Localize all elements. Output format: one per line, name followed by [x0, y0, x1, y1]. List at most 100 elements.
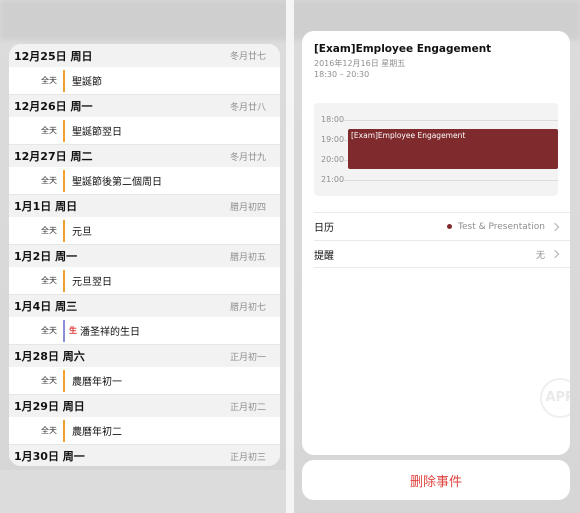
- calendar-color-bar: [63, 119, 65, 142]
- lunar-date: 正月初二: [229, 402, 266, 413]
- event-row[interactable]: 全天 農曆年初一: [9, 367, 280, 394]
- calendar-value: Test & Presentation: [447, 221, 560, 232]
- day-section: 1月1日 周日 腊月初四全天 元旦: [9, 194, 280, 244]
- hour-line: [344, 120, 558, 121]
- event-title: 潘圣祥的生日: [80, 327, 140, 338]
- delete-event-button[interactable]: 删除事件: [302, 460, 570, 500]
- all-day-label: 全天: [41, 226, 57, 235]
- alert-label: 提醒: [314, 250, 334, 262]
- upcoming-events-card: 12月25日 周日 冬月廿七 全天 聖誕節 12月26日 周一 冬月廿八 全天 聖誕節翌日 12…: [9, 44, 280, 466]
- event-row[interactable]: 全天 農曆年初二: [9, 417, 280, 444]
- calendar-color-bar: [63, 169, 65, 192]
- chevron-right-icon: [550, 222, 560, 231]
- day-header: 1月29日 周日 正月初二: [9, 394, 280, 417]
- day-section: 12月25日 周日 冬月廿七全天 聖誕節: [9, 44, 280, 94]
- day-header: 12月27日 周二 冬月廿九: [9, 144, 280, 167]
- timeline-row: 21:00: [314, 175, 558, 196]
- day-section: 1月28日 周六 正月初一全天 農曆年初一: [9, 344, 280, 394]
- event-row[interactable]: 全天 聖誕節後第二個周日: [9, 167, 280, 194]
- watermark-logo: APP: [540, 378, 570, 418]
- lunar-date: 正月初一: [229, 352, 266, 363]
- calendar-color-bar: [63, 219, 65, 242]
- calendar-color-bar: [63, 69, 65, 92]
- all-day-label: 全天: [41, 76, 57, 85]
- day-header: 12月25日 周日 冬月廿七: [9, 44, 280, 67]
- day-date: 1月30日 周一: [14, 450, 85, 463]
- day-header: 1月2日 周一 腊月初五: [9, 244, 280, 267]
- chevron-right-icon: [550, 249, 560, 259]
- event-title: 農曆年初二: [72, 427, 122, 438]
- event-title: [Exam]Employee Engagement: [314, 43, 492, 55]
- event-title: 元旦: [72, 227, 92, 238]
- alert-value: 无: [535, 248, 560, 261]
- all-day-label: 全天: [41, 426, 57, 435]
- hour-label: 20:00: [321, 155, 345, 164]
- lunar-date: 腊月初七: [229, 302, 266, 313]
- all-day-label: 全天: [41, 376, 57, 385]
- day-date: 1月2日 周一: [14, 250, 78, 263]
- all-day-label: 全天: [41, 276, 57, 285]
- event-title: 元旦翌日: [72, 277, 112, 288]
- day-header: 1月1日 周日 腊月初四: [9, 194, 280, 217]
- alert-row[interactable]: 提醒 无: [314, 240, 570, 268]
- alert-name: 无: [535, 250, 545, 261]
- timeline-event-title: [Exam]Employee Engagement: [351, 131, 466, 140]
- hour-label: 21:00: [321, 175, 345, 184]
- day-section: 1月30日 周一 正月初三: [9, 444, 280, 466]
- calendar-color-bar: [63, 319, 65, 342]
- delete-event-label: 删除事件: [409, 474, 462, 490]
- event-date: 2016年12月16日 星期五: [314, 59, 406, 68]
- timeline-event-block[interactable]: [Exam]Employee Engagement: [348, 129, 558, 169]
- day-date: 1月1日 周日: [14, 200, 78, 213]
- hour-label: 19:00: [321, 135, 345, 144]
- lunar-date: 冬月廿九: [229, 152, 266, 163]
- hour-line: [344, 180, 558, 181]
- lunar-date: 腊月初五: [229, 252, 266, 263]
- bottom-background: [0, 470, 286, 513]
- day-section: 1月2日 周一 腊月初五全天 元旦翌日: [9, 244, 280, 294]
- event-title: 聖誕節後第二個周日: [72, 177, 162, 188]
- day-section: 1月29日 周日 正月初二全天 農曆年初二: [9, 394, 280, 444]
- lunar-date: 腊月初四: [229, 202, 266, 213]
- day-header: 1月30日 周一 正月初三: [9, 444, 280, 466]
- event-header: [Exam]Employee Engagement 2016年12月16日 星期…: [302, 31, 570, 80]
- event-title: 聖誕節翌日: [72, 127, 122, 138]
- calendar-color-dot: [447, 224, 452, 229]
- day-date: 12月25日 周日: [14, 49, 93, 63]
- event-row[interactable]: 全天 聖誕節翌日: [9, 117, 280, 144]
- day-list: 12月25日 周日 冬月廿七 全天 聖誕節 12月26日 周一 冬月廿八 全天 聖誕節翌日 12…: [9, 44, 280, 466]
- day-section: 12月27日 周二 冬月廿九全天 聖誕節後第二個周日: [9, 144, 280, 194]
- event-detail-card: [Exam]Employee Engagement 2016年12月16日 星期…: [302, 31, 570, 455]
- day-section: 1月4日 周三 腊月初七全天 生潘圣祥的生日: [9, 294, 280, 344]
- event-row[interactable]: 全天 元旦: [9, 217, 280, 244]
- lunar-date: 冬月廿七: [229, 52, 266, 62]
- event-title: 農曆年初一: [72, 377, 122, 388]
- calendar-row[interactable]: 日历 Test & Presentation: [314, 212, 570, 240]
- event-row[interactable]: 全天 元旦翌日: [9, 267, 280, 294]
- day-date: 1月28日 周六: [14, 350, 85, 363]
- day-date: 12月27日 周二: [14, 150, 93, 163]
- day-date: 1月29日 周日: [14, 400, 85, 413]
- lunar-date: 正月初三: [229, 452, 266, 463]
- all-day-label: 全天: [41, 126, 57, 135]
- lunar-date: 冬月廿八: [229, 102, 266, 113]
- calendar-color-bar: [63, 419, 65, 442]
- event-title: 聖誕節: [72, 77, 102, 88]
- all-day-label: 全天: [41, 326, 57, 335]
- hour-label: 18:00: [321, 115, 345, 124]
- day-section: 12月26日 周一 冬月廿八全天 聖誕節翌日: [9, 94, 280, 144]
- calendar-color-bar: [63, 269, 65, 292]
- event-row[interactable]: 全天 生潘圣祥的生日: [9, 317, 280, 344]
- day-header: 12月26日 周一 冬月廿八: [9, 94, 280, 117]
- day-date: 12月26日 周一: [14, 100, 93, 113]
- calendar-name: Test & Presentation: [458, 221, 545, 232]
- event-time: 18:30 – 20:30: [314, 70, 370, 79]
- day-header: 1月28日 周六 正月初一: [9, 344, 280, 367]
- day-date: 1月4日 周三: [14, 300, 78, 313]
- day-timeline: 18:00 19:00 20:00 21:00 [Exam]Employee E…: [314, 103, 558, 196]
- birthday-icon: 生: [69, 326, 77, 335]
- day-header: 1月4日 周三 腊月初七: [9, 294, 280, 317]
- split-divider: [286, 0, 294, 513]
- event-row[interactable]: 全天 聖誕節: [9, 67, 280, 94]
- calendar-color-bar: [63, 369, 65, 392]
